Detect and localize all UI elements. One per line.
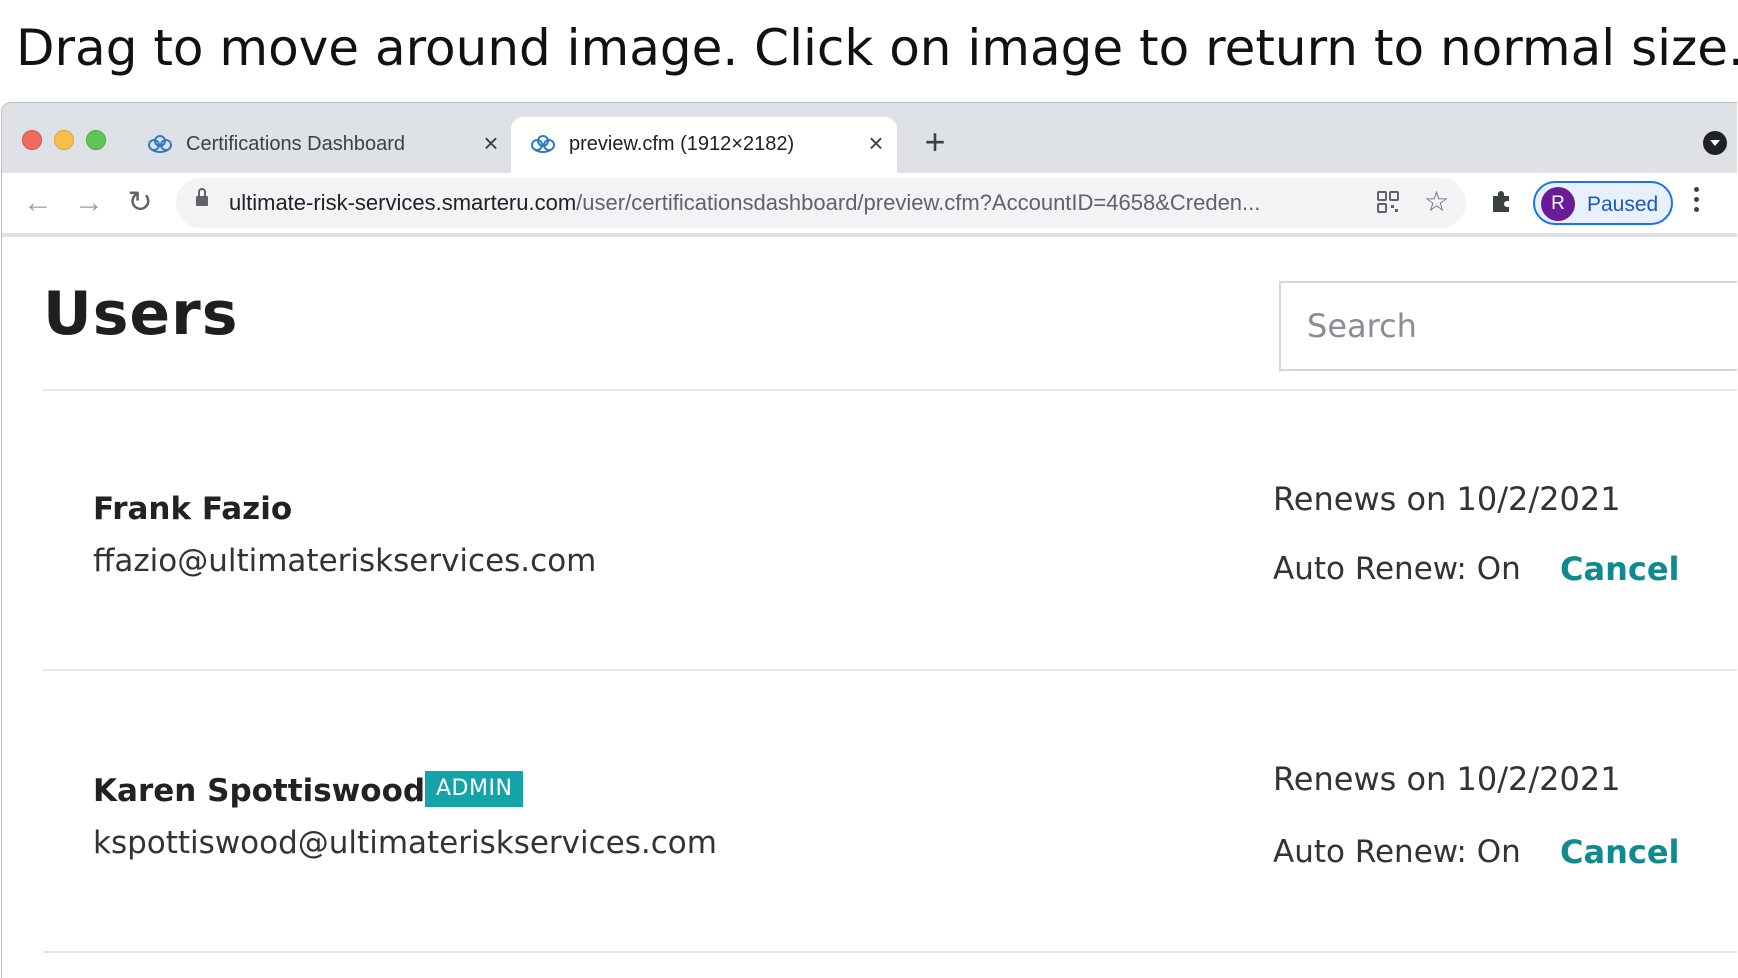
qr-code-icon[interactable] (1376, 190, 1400, 214)
url-path: /user/certificationsdashboard/preview.cf… (576, 190, 1261, 215)
user-name: Frank Fazio (93, 491, 293, 527)
kebab-menu-icon[interactable] (1692, 187, 1700, 215)
minimize-window-button[interactable] (54, 130, 74, 150)
search-box[interactable] (1279, 281, 1737, 371)
reload-icon[interactable]: ↻ (122, 185, 158, 221)
close-tab-icon[interactable]: × (478, 130, 504, 156)
admin-badge: ADMIN (425, 771, 524, 807)
search-input[interactable] (1281, 283, 1737, 369)
back-arrow-icon[interactable]: ← (20, 185, 56, 221)
page-title: Users (43, 279, 239, 349)
avatar: R (1541, 187, 1575, 221)
user-email: ffazio@ultimateriskservices.com (93, 543, 597, 579)
user-email: kspottiswood@ultimateriskservices.com (93, 825, 717, 861)
address-bar[interactable]: ultimate-risk-services.smarteru.com/user… (176, 178, 1466, 228)
renewal-date: Renews on 10/2/2021 (1273, 480, 1621, 518)
user-name: Karen Spottiswood (93, 773, 426, 809)
maximize-window-button[interactable] (86, 130, 106, 150)
auto-renew-status: Auto Renew: On (1273, 551, 1521, 587)
user-row: Frank Fazio ffazio@ultimateriskservices.… (2, 391, 1737, 671)
close-window-button[interactable] (22, 130, 42, 150)
page-content: Users Frank Fazio ffazio@ultimateriskser… (2, 241, 1737, 978)
lock-icon[interactable] (196, 188, 208, 208)
profile-status: Paused (1587, 193, 1659, 216)
tab-title: preview.cfm (1912×2182) (569, 133, 795, 155)
tab-title: Certifications Dashboard (186, 133, 405, 155)
tab-search-icon[interactable] (1703, 131, 1727, 155)
tab-preview[interactable]: preview.cfm (1912×2182) × (511, 117, 897, 173)
brain-icon (531, 135, 555, 153)
instruction-text: Drag to move around image. Click on imag… (16, 19, 1738, 77)
close-tab-icon[interactable]: × (863, 130, 889, 156)
forward-arrow-icon[interactable]: → (71, 185, 107, 221)
new-tab-button[interactable]: + (917, 124, 953, 161)
tab-strip: Certifications Dashboard × preview.cfm (… (2, 103, 1737, 173)
renewal-date: Renews on 10/2/2021 (1273, 760, 1621, 798)
divider (43, 951, 1737, 953)
profile-button[interactable]: R Paused (1533, 181, 1673, 225)
extensions-puzzle-icon[interactable] (1489, 187, 1515, 213)
tab-certifications-dashboard[interactable]: Certifications Dashboard × (132, 117, 512, 173)
brain-icon (148, 135, 172, 153)
browser-toolbar: ← → ↻ ultimate-risk-services.smarteru.co… (2, 173, 1737, 237)
url-host: ultimate-risk-services.smarteru.com (229, 190, 577, 215)
user-row: Karen Spottiswood ADMIN kspottiswood@ult… (2, 671, 1737, 951)
url-text[interactable]: ultimate-risk-services.smarteru.com/user… (229, 190, 1260, 216)
cancel-link[interactable]: Cancel (1560, 833, 1680, 871)
browser-window: Certifications Dashboard × preview.cfm (… (1, 102, 1737, 978)
cancel-link[interactable]: Cancel (1560, 550, 1680, 588)
auto-renew-status: Auto Renew: On (1273, 834, 1521, 870)
bookmark-star-icon[interactable]: ☆ (1424, 186, 1449, 218)
